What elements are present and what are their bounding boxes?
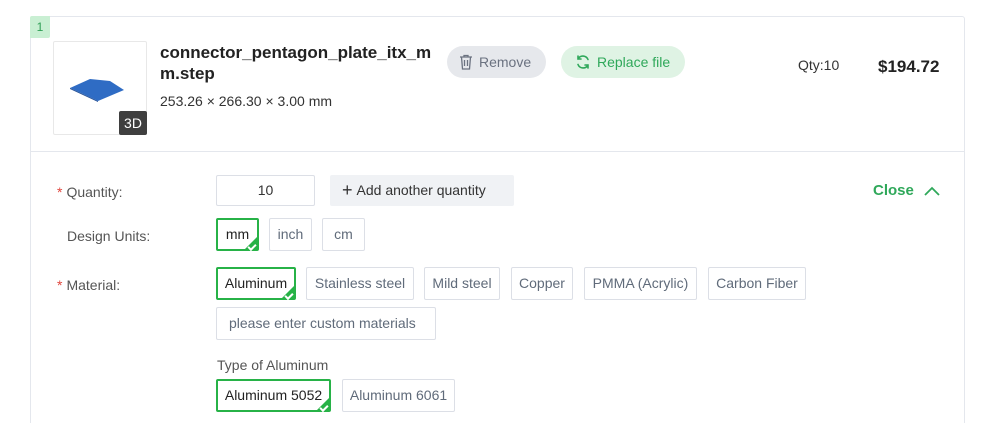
material-option-aluminum[interactable]: Aluminum: [216, 267, 296, 301]
unit-option-label: cm: [334, 226, 353, 242]
close-label: Close: [873, 182, 914, 199]
material-option-mild-steel[interactable]: Mild steel: [424, 267, 500, 300]
close-toggle[interactable]: Close: [873, 182, 940, 199]
material-option-label: Mild steel: [432, 275, 492, 291]
check-icon: [284, 290, 294, 301]
part-dimensions: 253.26 × 266.30 × 3.00 mm: [160, 93, 333, 109]
pentagon-plate-model-icon: [70, 79, 124, 102]
material-option-pmma[interactable]: PMMA (Acrylic): [584, 267, 697, 300]
material-option-copper[interactable]: Copper: [511, 267, 573, 300]
custom-material-input[interactable]: please enter custom materials: [216, 307, 436, 340]
check-icon: [319, 402, 329, 413]
trash-icon: [460, 54, 472, 70]
add-quantity-button[interactable]: + Add another quantity: [330, 175, 514, 206]
material-option-label: Copper: [519, 275, 565, 291]
plus-icon: +: [342, 180, 353, 200]
quantity-summary: Qty:10: [798, 57, 840, 73]
quantity-label-wrap: * Quantity:: [57, 184, 122, 200]
refresh-icon: [577, 55, 589, 69]
material-option-carbon-fiber[interactable]: Carbon Fiber: [708, 267, 806, 300]
part-header: 3D connector_pentagon_plate_itx_mm.step …: [31, 17, 964, 152]
replace-file-label: Replace file: [597, 54, 671, 70]
type-option-aluminum-5052[interactable]: Aluminum 5052: [216, 379, 331, 413]
material-option-stainless-steel[interactable]: Stainless steel: [306, 267, 414, 300]
material-type-label: Type of Aluminum: [217, 357, 329, 373]
3d-view-badge[interactable]: 3D: [119, 111, 147, 135]
material-option-label: Carbon Fiber: [716, 275, 798, 291]
item-index-badge: 1: [30, 16, 50, 38]
required-mark: *: [57, 184, 63, 200]
unit-option-inch[interactable]: inch: [269, 218, 312, 251]
material-label: Material:: [66, 277, 121, 293]
unit-option-cm[interactable]: cm: [322, 218, 365, 251]
type-option-label: Aluminum 6061: [349, 387, 448, 403]
quantity-input[interactable]: 10: [216, 175, 315, 206]
chevron-up-icon: [924, 186, 940, 196]
material-option-label: Stainless steel: [314, 275, 406, 291]
type-option-aluminum-6061[interactable]: Aluminum 6061: [342, 379, 455, 412]
price: $194.72: [878, 57, 940, 76]
material-option-label: Aluminum: [224, 275, 288, 291]
model-thumbnail[interactable]: 3D: [53, 41, 147, 135]
unit-option-label: mm: [225, 226, 250, 242]
part-card: 3D connector_pentagon_plate_itx_mm.step …: [30, 16, 965, 423]
unit-option-label: inch: [277, 226, 304, 242]
material-option-label: PMMA (Acrylic): [592, 275, 689, 291]
remove-button[interactable]: Remove: [447, 46, 546, 78]
file-name: connector_pentagon_plate_itx_mm.step: [160, 43, 432, 83]
unit-option-mm[interactable]: mm: [216, 218, 259, 252]
remove-label: Remove: [479, 54, 532, 70]
required-mark: *: [57, 277, 63, 293]
type-option-label: Aluminum 5052: [224, 387, 323, 403]
material-label-wrap: * Material:: [57, 277, 120, 293]
check-icon: [247, 241, 257, 252]
design-units-label: Design Units:: [67, 228, 151, 244]
replace-file-button[interactable]: Replace file: [561, 46, 685, 78]
add-quantity-label: Add another quantity: [356, 182, 486, 198]
quantity-label: Quantity:: [66, 184, 123, 200]
